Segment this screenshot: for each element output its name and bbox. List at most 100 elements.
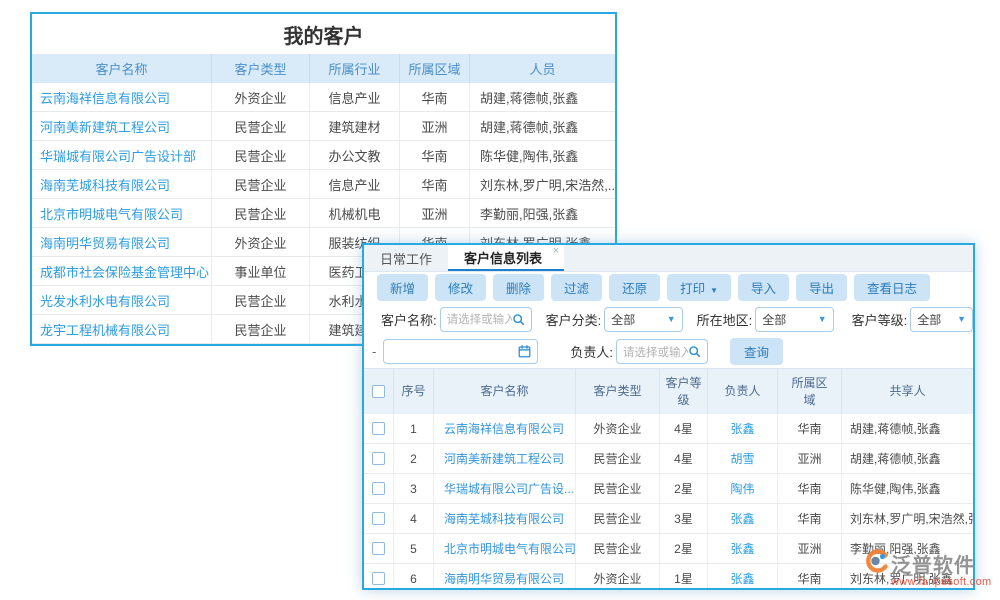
customer-name-link[interactable]: 海南芜城科技有限公司 (32, 170, 212, 198)
shared-cell: 刘东林,罗广明,宋浩然,张鑫 (842, 504, 973, 533)
add-button[interactable]: 新增 (377, 274, 428, 301)
calendar-icon[interactable] (518, 345, 531, 358)
row-checkbox-cell (364, 414, 394, 443)
row-checkbox[interactable] (372, 422, 385, 435)
import-button[interactable]: 导入 (738, 274, 789, 301)
print-button[interactable]: 打印▼ (667, 274, 731, 301)
customer-type-cell: 民营企业 (576, 534, 660, 563)
district-value: 全部 (762, 311, 813, 328)
restore-button[interactable]: 还原 (609, 274, 660, 301)
watermark-brand: 泛普软件 (891, 549, 975, 578)
modify-button[interactable]: 修改 (435, 274, 486, 301)
region-cell: 亚洲 (778, 444, 842, 473)
principal-link[interactable]: 张鑫 (708, 534, 778, 563)
column-header-personnel: 人员 (470, 54, 615, 83)
customer-type-cell: 民营企业 (212, 170, 310, 198)
column-header-industry: 所属行业 (310, 54, 400, 83)
district-select[interactable]: 全部 ▼ (755, 307, 833, 332)
column-header-grade: 客户等级 (660, 369, 708, 414)
search-icon[interactable] (688, 345, 701, 358)
customer-grade-label: 客户等级: (852, 310, 908, 329)
toolbar: 新增 修改 删除 过滤 还原 打印▼ 导入 导出 查看日志 (364, 272, 973, 303)
column-header-customer-type: 客户类型 (576, 369, 660, 414)
row-checkbox[interactable] (372, 482, 385, 495)
region-cell: 亚洲 (400, 199, 470, 227)
principal-link[interactable]: 张鑫 (708, 414, 778, 443)
row-checkbox[interactable] (372, 452, 385, 465)
industry-cell: 建筑建材 (310, 112, 400, 140)
table-row: 2河南美新建筑工程公司民营企业4星胡雪亚洲胡建,蒋德帧,张鑫 (364, 444, 973, 474)
customer-name-link[interactable]: 北京市明城电气有限公司 (32, 199, 212, 227)
customer-grade-select[interactable]: 全部 ▼ (910, 307, 973, 332)
customer-type-cell: 民营企业 (212, 141, 310, 169)
column-header-shared: 共享人 (842, 369, 973, 414)
serial-cell: 2 (394, 444, 434, 473)
date-input[interactable] (383, 339, 538, 364)
principal-input[interactable]: 请选择或输入 (616, 339, 708, 364)
select-all-checkbox[interactable] (372, 385, 385, 398)
filter-button[interactable]: 过滤 (551, 274, 602, 301)
watermark-url: www.fanpusoft.com (891, 576, 991, 588)
region-cell: 华南 (778, 474, 842, 503)
grade-cell: 1星 (660, 564, 708, 590)
customer-name-link[interactable]: 光发水利水电有限公司 (32, 286, 212, 314)
row-checkbox[interactable] (372, 512, 385, 525)
column-header-region: 所属区域 (778, 369, 842, 414)
serial-cell: 5 (394, 534, 434, 563)
row-checkbox-cell (364, 504, 394, 533)
close-icon[interactable]: × (553, 245, 559, 257)
customer-list-header-row: 序号 客户名称 客户类型 客户等级 负责人 所属区域 共享人 (364, 368, 973, 414)
customer-grade-value: 全部 (917, 311, 953, 328)
customer-name-link[interactable]: 龙宇工程机械有限公司 (32, 315, 212, 343)
delete-button[interactable]: 删除 (493, 274, 544, 301)
filter-row-2: - 负责人: 请选择或输入 查询 (364, 335, 973, 368)
region-cell: 华南 (400, 170, 470, 198)
principal-link[interactable]: 张鑫 (708, 504, 778, 533)
column-header-customer-name: 客户名称 (32, 54, 212, 83)
customer-name-link[interactable]: 云南海祥信息有限公司 (434, 414, 576, 443)
query-button[interactable]: 查询 (730, 338, 783, 365)
region-cell: 华南 (400, 141, 470, 169)
customer-name-link[interactable]: 海南明华贸易有限公司 (434, 564, 576, 590)
customer-name-input[interactable]: 请选择或输入 (440, 307, 532, 332)
tab-customer-info-list[interactable]: 客户信息列表 × (448, 245, 564, 271)
principal-link[interactable]: 张鑫 (708, 564, 778, 590)
tab-customer-info-label: 客户信息列表 (464, 248, 542, 267)
date-range-separator: - (372, 344, 376, 359)
tab-daily-work[interactable]: 日常工作 (364, 245, 448, 271)
chevron-down-icon: ▼ (957, 314, 966, 324)
customer-name-link[interactable]: 河南美新建筑工程公司 (434, 444, 576, 473)
region-cell: 亚洲 (778, 534, 842, 563)
customer-name-link[interactable]: 河南美新建筑工程公司 (32, 112, 212, 140)
search-icon[interactable] (512, 313, 525, 326)
principal-link[interactable]: 胡雪 (708, 444, 778, 473)
fanpu-logo-icon (865, 549, 889, 578)
grade-cell: 3星 (660, 504, 708, 533)
row-checkbox[interactable] (372, 572, 385, 585)
table-row: 3华瑞城有限公司广告设...民营企业2星陶伟华南陈华健,陶伟,张鑫 (364, 474, 973, 504)
principal-link[interactable]: 陶伟 (708, 474, 778, 503)
tab-bar: 日常工作 客户信息列表 × (364, 245, 973, 272)
chevron-down-icon: ▼ (667, 314, 676, 324)
customer-category-select[interactable]: 全部 ▼ (604, 307, 682, 332)
customer-name-link[interactable]: 海南芜城科技有限公司 (434, 504, 576, 533)
customer-name-link[interactable]: 华瑞城有限公司广告设计部 (32, 141, 212, 169)
customer-name-placeholder: 请选择或输入 (447, 311, 512, 327)
view-log-button[interactable]: 查看日志 (854, 274, 930, 301)
table-row: 北京市明城电气有限公司民营企业机械机电亚洲李勤丽,阳强,张鑫 (32, 199, 615, 228)
my-customers-header-row: 客户名称 客户类型 所属行业 所属区域 人员 (32, 54, 615, 83)
customer-name-link[interactable]: 成都市社会保险基金管理中心 (32, 257, 212, 285)
customer-name-link[interactable]: 海南明华贸易有限公司 (32, 228, 212, 256)
customer-name-link[interactable]: 云南海祥信息有限公司 (32, 83, 212, 111)
row-checkbox[interactable] (372, 542, 385, 555)
customer-name-link[interactable]: 华瑞城有限公司广告设... (434, 474, 576, 503)
my-customers-title: 我的客户 (32, 14, 615, 54)
personnel-cell: 李勤丽,阳强,张鑫 (470, 199, 615, 227)
select-all-checkbox-cell (364, 369, 394, 414)
grade-cell: 4星 (660, 414, 708, 443)
export-button[interactable]: 导出 (796, 274, 847, 301)
row-checkbox-cell (364, 564, 394, 590)
customer-name-link[interactable]: 北京市明城电气有限公司 (434, 534, 576, 563)
customer-type-cell: 民营企业 (576, 444, 660, 473)
principal-placeholder: 请选择或输入 (623, 344, 688, 360)
